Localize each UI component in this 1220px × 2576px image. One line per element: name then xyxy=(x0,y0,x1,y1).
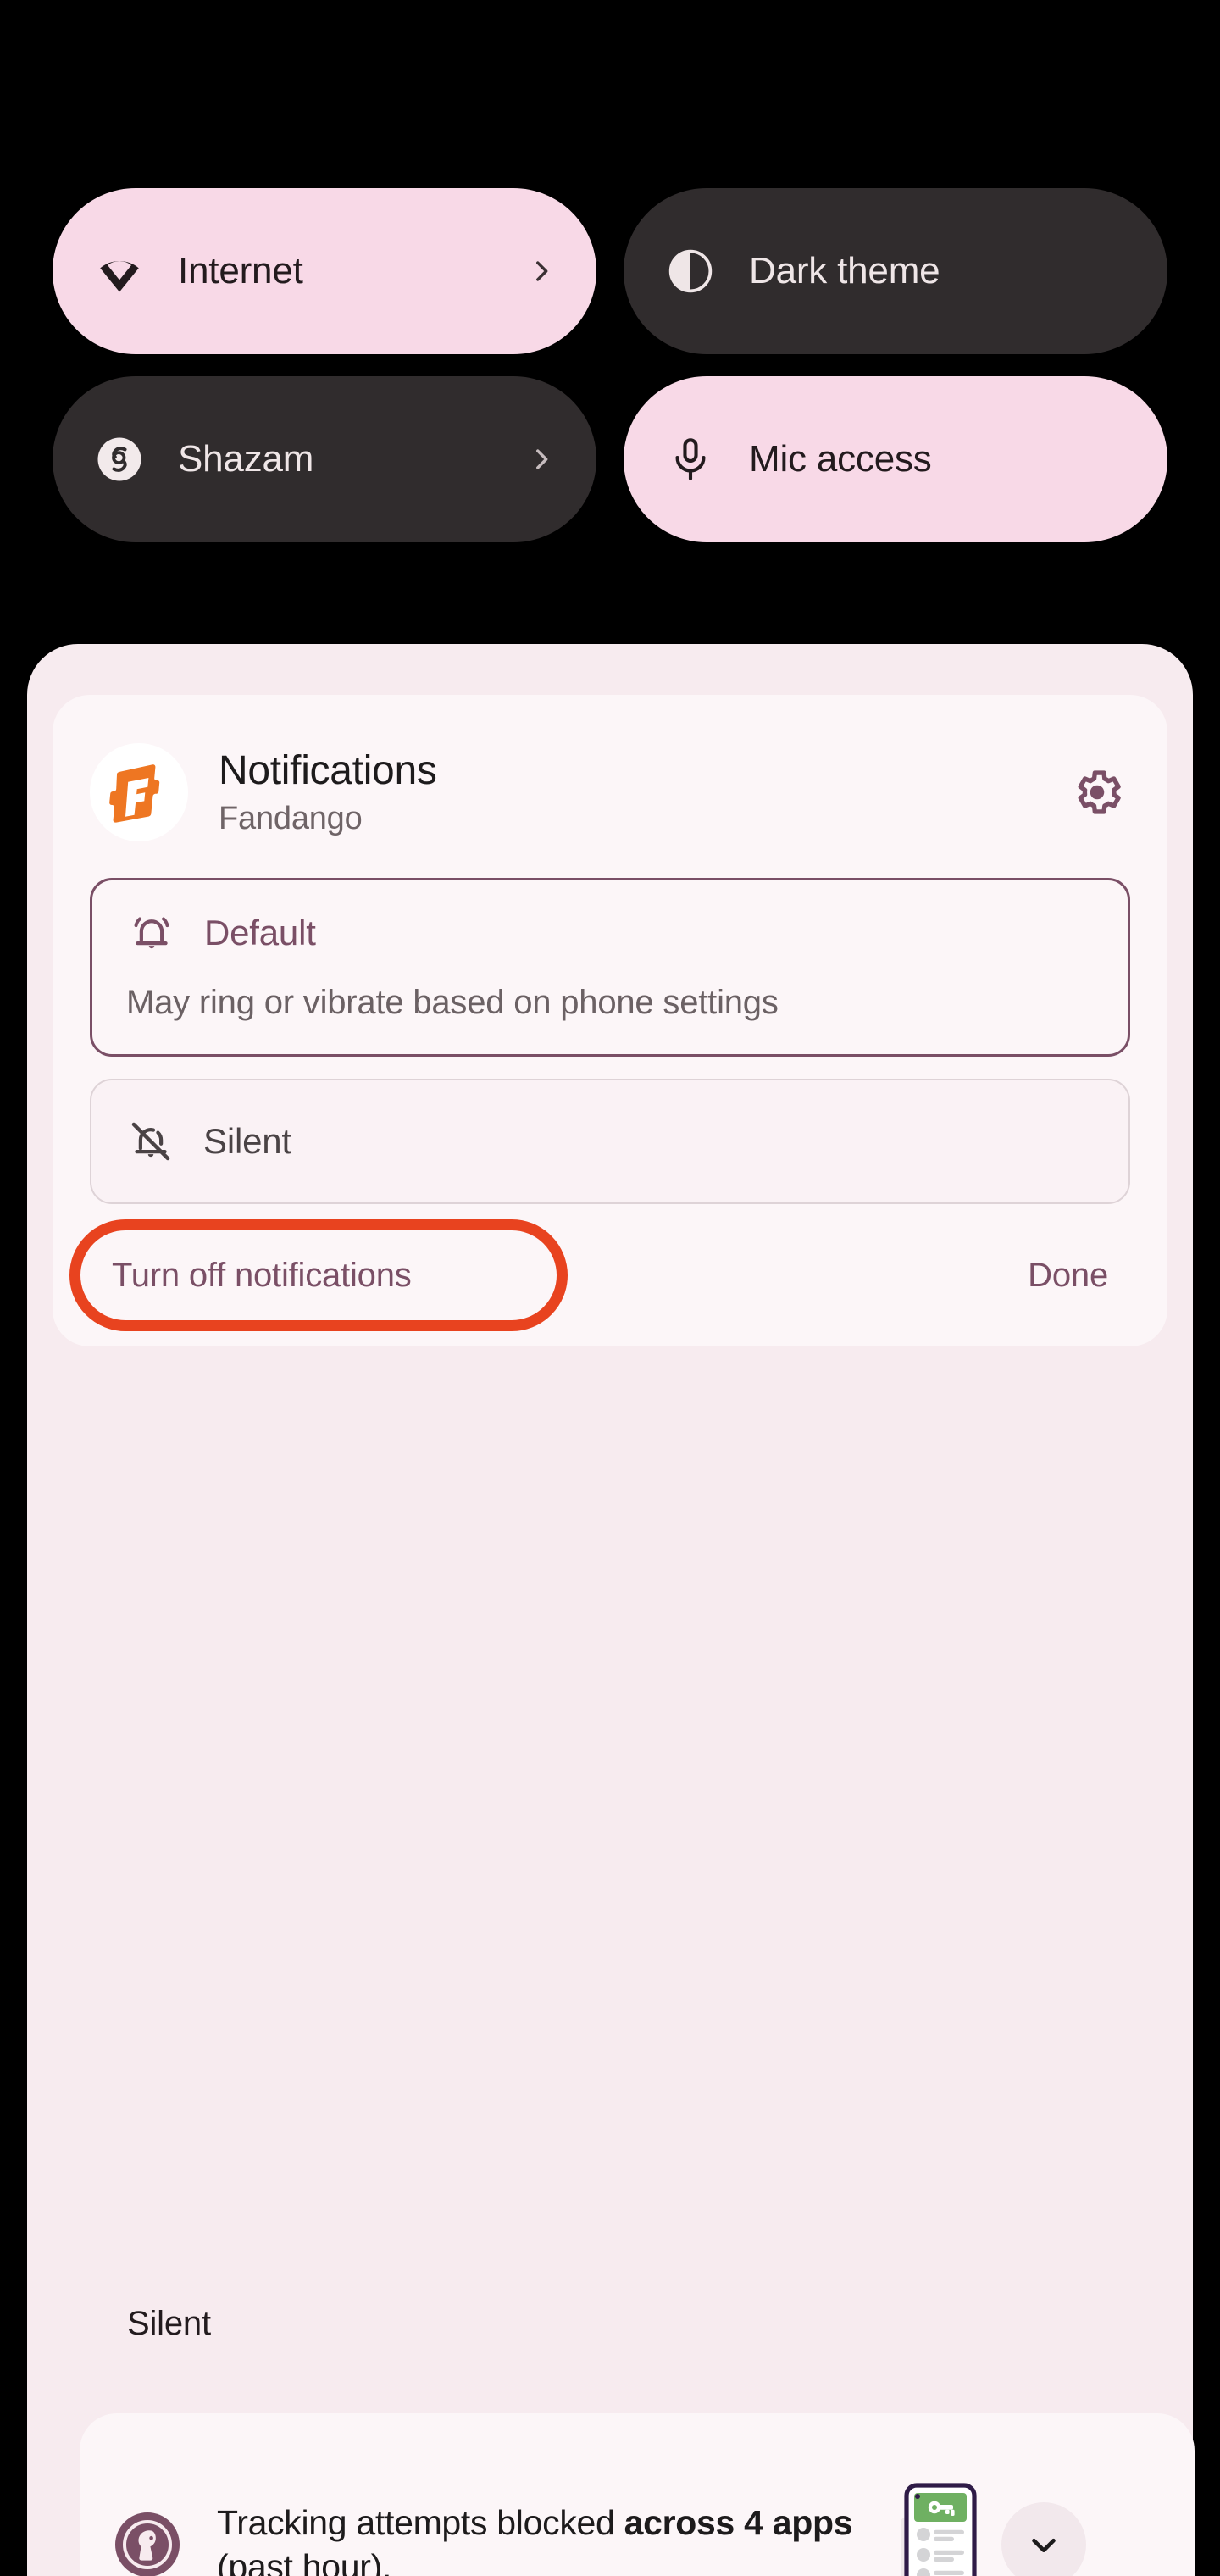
page-title: Notifications xyxy=(219,748,437,793)
turn-off-notifications-button[interactable]: Turn off notifications xyxy=(95,1245,429,1307)
qs-tile-mic-access[interactable]: Mic access xyxy=(624,376,1167,542)
bell-ring-icon xyxy=(126,908,177,958)
notification-text-part1: Tracking attempts blocked xyxy=(217,2502,624,2542)
microphone-icon xyxy=(664,433,717,486)
android-quick-settings-shade: Internet Dark theme Shazam Mic access No… xyxy=(0,0,1220,2576)
qs-tile-label: Shazam xyxy=(178,438,314,480)
notification-settings-header: Notifications Fandango xyxy=(90,729,1130,856)
done-button[interactable]: Done xyxy=(1011,1245,1125,1307)
qs-tile-internet[interactable]: Internet xyxy=(53,188,596,354)
shazam-icon xyxy=(93,433,146,486)
duckduckgo-icon xyxy=(114,2511,181,2576)
notification-text-part2: (past hour). xyxy=(217,2547,392,2576)
option-header: Silent xyxy=(125,1116,1095,1167)
silent-section-header: Silent xyxy=(127,2305,211,2342)
notification-body-text: Tracking attempts blocked across 4 apps … xyxy=(217,2501,886,2576)
qs-tile-label: Mic access xyxy=(749,438,932,480)
chevron-right-icon[interactable] xyxy=(527,445,556,474)
chevron-right-icon[interactable] xyxy=(527,257,556,286)
fandango-icon xyxy=(90,743,188,841)
notification-settings-card: Notifications Fandango Default May ring … xyxy=(53,695,1167,1346)
option-label: Silent xyxy=(203,1121,291,1161)
phone-key-thumbnail xyxy=(888,2482,979,2576)
option-header: Default xyxy=(126,908,1094,958)
notification-settings-titles: Notifications Fandango xyxy=(219,747,1064,837)
qs-tile-label: Dark theme xyxy=(749,250,940,291)
notification-option-default[interactable]: Default May ring or vibrate based on pho… xyxy=(90,878,1130,1057)
notification-shade-panel: Notifications Fandango Default May ring … xyxy=(27,644,1195,2576)
notification-settings-actions: Turn off notifications Done xyxy=(69,1204,1130,1346)
notification-text-bold: across 4 apps xyxy=(624,2502,853,2542)
option-label: Default xyxy=(204,913,316,952)
gear-icon[interactable] xyxy=(1064,759,1130,825)
notification-option-silent[interactable]: Silent xyxy=(90,1079,1130,1204)
bell-off-icon xyxy=(125,1116,176,1167)
option-description: May ring or vibrate based on phone setti… xyxy=(126,984,779,1021)
notification-item-tracking[interactable]: Tracking attempts blocked across 4 apps … xyxy=(80,2413,1195,2576)
wifi-icon xyxy=(93,245,146,297)
chevron-down-icon[interactable] xyxy=(1001,2502,1086,2576)
app-name-label: Fandango xyxy=(219,801,363,836)
qs-tile-dark-theme[interactable]: Dark theme xyxy=(624,188,1167,354)
qs-tile-shazam[interactable]: Shazam xyxy=(53,376,596,542)
quick-settings-grid: Internet Dark theme Shazam Mic access xyxy=(53,188,1167,542)
contrast-icon xyxy=(664,245,717,297)
qs-tile-label: Internet xyxy=(178,250,303,291)
